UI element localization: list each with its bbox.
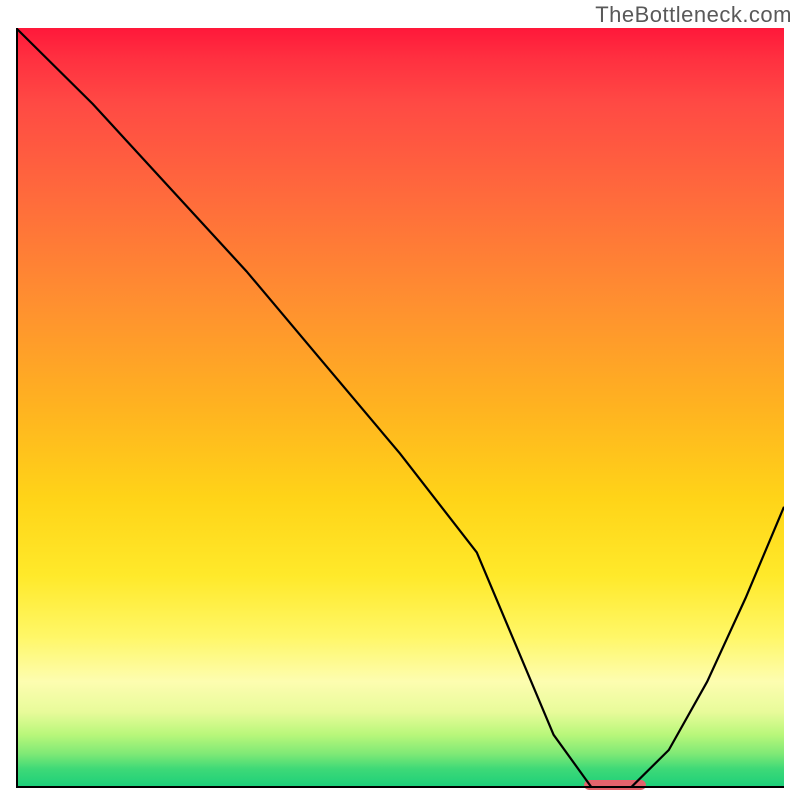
plot-area <box>16 28 784 788</box>
bottleneck-curve <box>16 28 784 788</box>
plot-wrap <box>16 28 784 788</box>
chart-container: TheBottleneck.com <box>0 0 800 800</box>
watermark-text: TheBottleneck.com <box>595 2 792 28</box>
y-axis-line <box>16 28 18 788</box>
x-axis-line <box>16 786 784 788</box>
